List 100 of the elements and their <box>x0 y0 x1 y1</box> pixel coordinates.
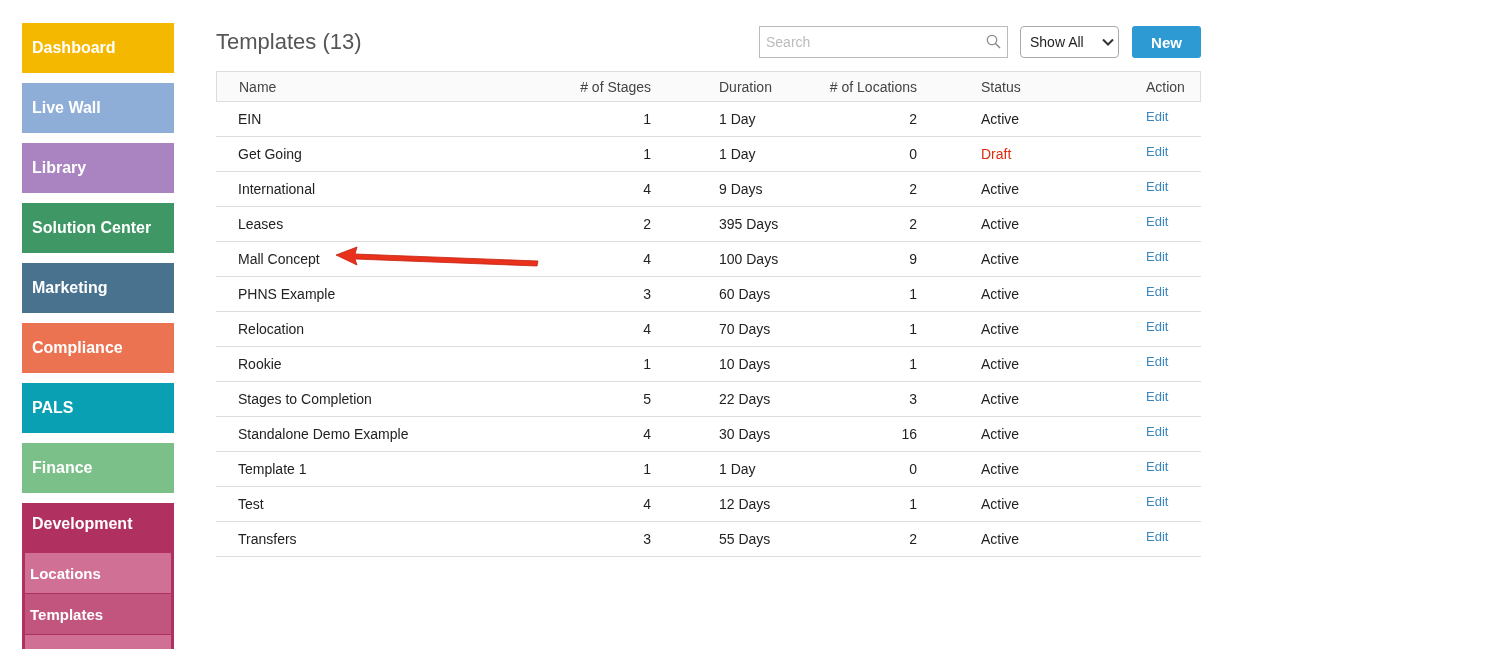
status-cell: Active <box>927 242 1136 277</box>
table-cell: 1 <box>561 137 661 172</box>
status-cell: Draft <box>927 137 1136 172</box>
search-field[interactable]: Search <box>759 26 1008 58</box>
sidebar-item[interactable]: Finance <box>22 443 174 493</box>
table-cell: 2 <box>561 207 661 242</box>
table-cell: 9 <box>821 242 927 277</box>
table-cell: 2 <box>821 102 927 137</box>
new-button[interactable]: New <box>1132 26 1201 58</box>
table-cell: 10 Days <box>661 347 821 382</box>
sidebar-subitem[interactable]: Templates <box>25 594 171 634</box>
table-cell: 3 <box>561 277 661 312</box>
table-cell: EIN <box>216 102 561 137</box>
status-cell: Active <box>927 347 1136 382</box>
table-cell: 2 <box>821 172 927 207</box>
sidebar-item[interactable]: PALS <box>22 383 174 433</box>
table-cell: 12 Days <box>661 487 821 522</box>
table-cell: 1 <box>821 277 927 312</box>
column-header: Name <box>216 72 561 102</box>
status-cell: Active <box>927 277 1136 312</box>
sidebar-subitem[interactable] <box>25 635 171 649</box>
table-cell: Leases <box>216 207 561 242</box>
sidebar-item[interactable]: Solution Center <box>22 203 174 253</box>
edit-link[interactable]: Edit <box>1146 353 1169 369</box>
table-cell: 1 Day <box>661 102 821 137</box>
edit-link[interactable]: Edit <box>1146 248 1169 264</box>
table-cell: International <box>216 172 561 207</box>
status-cell: Active <box>927 102 1136 137</box>
status-cell: Active <box>927 522 1136 557</box>
table-cell: 1 <box>561 347 661 382</box>
table-cell: Transfers <box>216 522 561 557</box>
edit-link[interactable]: Edit <box>1146 108 1169 124</box>
edit-link[interactable]: Edit <box>1146 318 1169 334</box>
table-cell: Standalone Demo Example <box>216 417 561 452</box>
table-cell: 1 <box>821 487 927 522</box>
edit-link[interactable]: Edit <box>1146 493 1169 509</box>
status-cell: Active <box>927 312 1136 347</box>
column-header: Duration <box>661 72 821 102</box>
edit-link[interactable]: Edit <box>1146 458 1169 474</box>
table-cell: 22 Days <box>661 382 821 417</box>
table-cell: 9 Days <box>661 172 821 207</box>
table-cell: 2 <box>821 522 927 557</box>
table-cell: Relocation <box>216 312 561 347</box>
edit-link[interactable]: Edit <box>1146 178 1169 194</box>
edit-link[interactable]: Edit <box>1146 423 1169 439</box>
table-cell: 16 <box>821 417 927 452</box>
column-header: Status <box>927 72 1136 102</box>
table-cell: 4 <box>561 172 661 207</box>
table-cell: 1 Day <box>661 137 821 172</box>
edit-link[interactable]: Edit <box>1146 213 1169 229</box>
table-cell: Get Going <box>216 137 561 172</box>
table-cell: 4 <box>561 242 661 277</box>
table-cell: 1 <box>821 312 927 347</box>
table-cell: 3 <box>821 382 927 417</box>
table-cell: 4 <box>561 312 661 347</box>
sidebar-subitem[interactable]: Locations <box>25 553 171 593</box>
chevron-down-icon <box>1102 38 1114 46</box>
table-cell: 3 <box>561 522 661 557</box>
edit-link[interactable]: Edit <box>1146 143 1169 159</box>
table-cell: 1 <box>561 452 661 487</box>
sidebar-item[interactable]: Library <box>22 143 174 193</box>
sidebar-item[interactable]: Compliance <box>22 323 174 373</box>
table-cell: 0 <box>821 452 927 487</box>
edit-link[interactable]: Edit <box>1146 283 1169 299</box>
table-cell: 100 Days <box>661 242 821 277</box>
status-cell: Active <box>927 452 1136 487</box>
status-cell: Active <box>927 172 1136 207</box>
table-cell: 0 <box>821 137 927 172</box>
table-cell: 60 Days <box>661 277 821 312</box>
status-cell: Active <box>927 417 1136 452</box>
table-cell: 395 Days <box>661 207 821 242</box>
page-title: Templates (13) <box>216 29 363 55</box>
status-cell: Active <box>927 487 1136 522</box>
filter-dropdown[interactable]: Show All <box>1020 26 1119 58</box>
table-cell: 1 <box>561 102 661 137</box>
edit-link[interactable]: Edit <box>1146 528 1169 544</box>
table-cell: 1 Day <box>661 452 821 487</box>
column-header: Action <box>1136 72 1201 102</box>
status-cell: Active <box>927 382 1136 417</box>
sidebar-item[interactable]: Marketing <box>22 263 174 313</box>
table-cell: 30 Days <box>661 417 821 452</box>
column-header: # of Stages <box>561 72 661 102</box>
table-cell: 5 <box>561 382 661 417</box>
table-cell: Rookie <box>216 347 561 382</box>
table-cell: 70 Days <box>661 312 821 347</box>
table-cell: 2 <box>821 207 927 242</box>
table-cell: Stages to Completion <box>216 382 561 417</box>
sidebar-item[interactable]: Development <box>22 503 174 547</box>
table-cell: Test <box>216 487 561 522</box>
table-cell: Template 1 <box>216 452 561 487</box>
column-header: # of Locations <box>821 72 927 102</box>
sidebar-item[interactable]: Live Wall <box>22 83 174 133</box>
table-cell: 4 <box>561 417 661 452</box>
table-cell: 4 <box>561 487 661 522</box>
table-cell: 55 Days <box>661 522 821 557</box>
table-cell: 1 <box>821 347 927 382</box>
edit-link[interactable]: Edit <box>1146 388 1169 404</box>
search-icon <box>986 34 1001 49</box>
status-cell: Active <box>927 207 1136 242</box>
table-cell: PHNS Example <box>216 277 561 312</box>
